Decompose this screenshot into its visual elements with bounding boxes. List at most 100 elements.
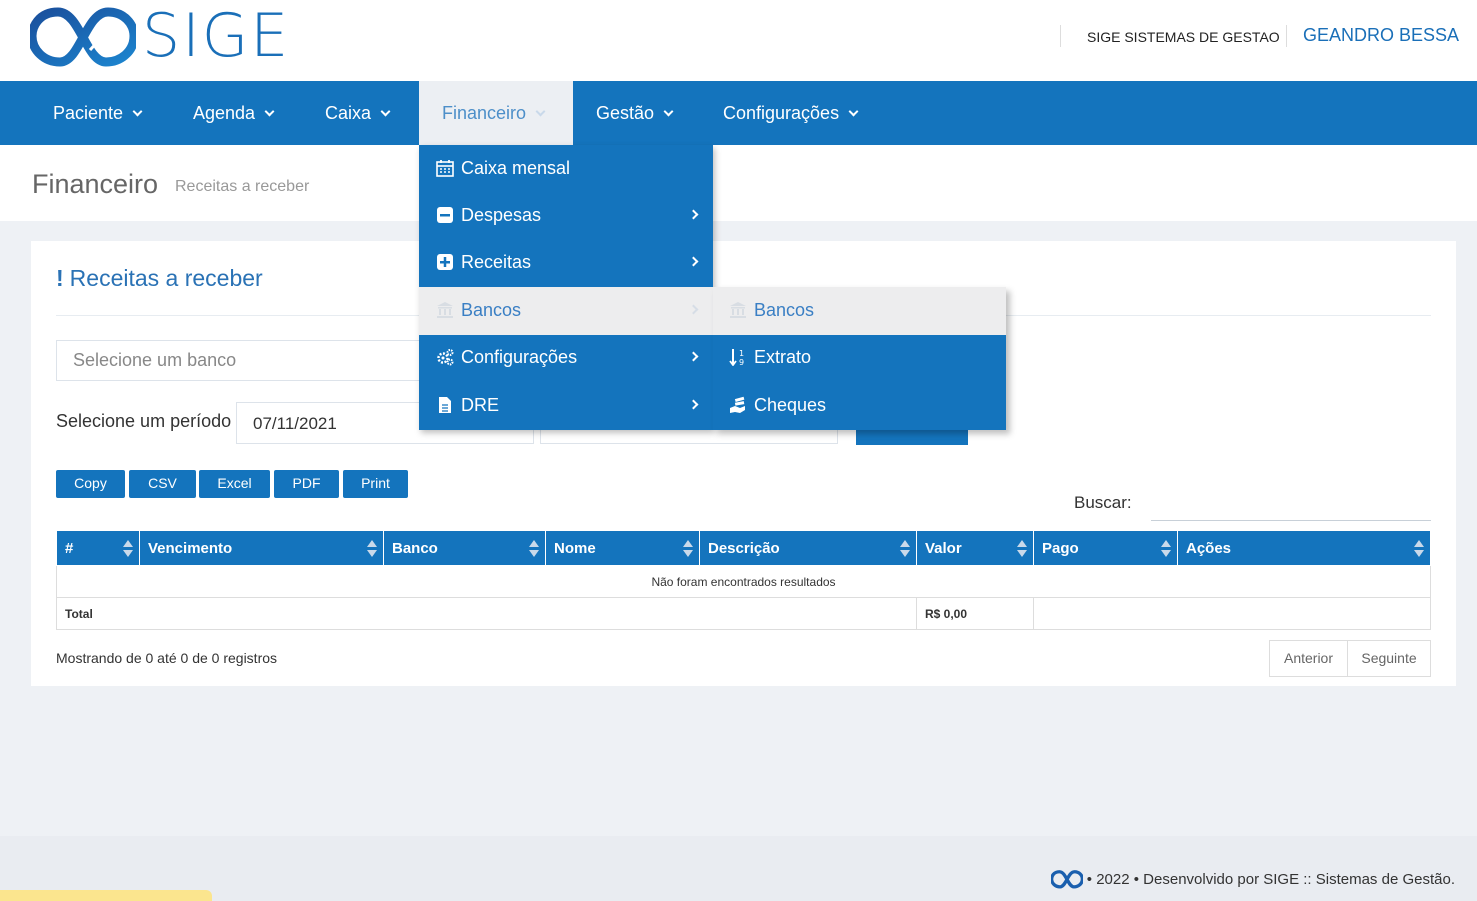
money-hand-icon <box>730 396 745 413</box>
menu-label: Receitas <box>461 252 532 272</box>
period-label: Selecione um período <box>56 411 232 431</box>
menu-label: Caixa mensal <box>461 158 571 178</box>
calendar-icon <box>436 160 454 177</box>
nav-financeiro[interactable]: Financeiro <box>419 81 573 145</box>
cogs-icon <box>437 349 454 366</box>
nav-label: Configurações <box>723 103 840 123</box>
sort-icon <box>683 540 693 558</box>
col-header-pago[interactable]: Pago <box>1033 530 1178 566</box>
table-row-empty: Não foram encontrados resultados <box>56 565 1431 598</box>
prev-page-button[interactable]: Anterior <box>1269 640 1348 677</box>
menu-label: Despesas <box>461 205 542 225</box>
sort-icon <box>900 540 910 558</box>
page-title: Financeiro <box>32 169 159 199</box>
nav-label: Gestão <box>596 103 655 123</box>
nav-caixa[interactable]: Caixa <box>302 81 412 145</box>
minus-square-icon <box>437 207 453 223</box>
table-row-total: Total R$ 0,00 <box>56 597 1431 630</box>
col-label: Nome <box>554 539 596 557</box>
chevron-right-icon <box>688 209 699 220</box>
col-header-vencimento[interactable]: Vencimento <box>139 530 384 566</box>
col-header-nome[interactable]: Nome <box>545 530 700 566</box>
chevron-down-icon <box>848 106 859 117</box>
pdf-button[interactable]: PDF <box>274 470 339 498</box>
notification-toast[interactable] <box>0 890 212 901</box>
nav-paciente[interactable]: Paciente <box>30 81 164 145</box>
empty-message: Não foram encontrados resultados <box>56 565 1431 598</box>
submenu-cheques[interactable]: Cheques <box>713 382 1006 430</box>
chevron-right-icon <box>688 351 699 362</box>
menu-label: Configurações <box>461 347 578 367</box>
top-header: SIGE SIGE SISTEMAS DE GESTAO GEANDRO BES… <box>0 0 1477 81</box>
menu-label: Bancos <box>461 300 522 320</box>
logo[interactable]: SIGE <box>30 4 290 68</box>
total-empty-cell <box>1033 597 1431 630</box>
sort-icon <box>1017 540 1027 558</box>
svg-text:1: 1 <box>739 349 744 358</box>
plus-square-icon <box>437 254 453 270</box>
submenu-extrato[interactable]: 19 Extrato <box>713 334 1006 382</box>
chevron-down-icon <box>535 106 546 117</box>
search-label: Buscar: <box>1074 493 1132 512</box>
user-name[interactable]: GEANDRO BESSA <box>1286 25 1459 47</box>
receitas-table: # Vencimento Banco Nome Descrição Valor … <box>56 530 1431 630</box>
nav-label: Financeiro <box>442 103 527 123</box>
submenu-label: Extrato <box>754 347 812 367</box>
chevron-down-icon <box>264 106 275 117</box>
search-input[interactable] <box>1151 485 1431 521</box>
chevron-down-icon <box>380 106 391 117</box>
bancos-submenu: Bancos 19 Extrato Cheques <box>713 287 1006 430</box>
sort-icon <box>529 540 539 558</box>
nav-label: Caixa <box>325 103 372 123</box>
col-header-banco[interactable]: Banco <box>383 530 546 566</box>
col-header-id[interactable]: # <box>56 530 140 566</box>
table-header-row: # Vencimento Banco Nome Descrição Valor … <box>56 530 1431 566</box>
col-header-valor[interactable]: Valor <box>916 530 1034 566</box>
menu-despesas[interactable]: Despesas <box>419 192 713 240</box>
bank-icon <box>730 302 746 318</box>
chevron-right-icon <box>688 304 699 315</box>
col-label: # <box>65 539 74 557</box>
copy-button[interactable]: Copy <box>56 470 125 498</box>
print-button[interactable]: Print <box>343 470 408 498</box>
total-label: Total <box>56 597 917 630</box>
sort-icon <box>123 540 133 558</box>
submenu-label: Bancos <box>754 300 815 320</box>
total-value: R$ 0,00 <box>916 597 1034 630</box>
footer-text: • 2022 • Desenvolvido por SIGE :: Sistem… <box>1086 870 1455 888</box>
footer: • 2022 • Desenvolvido por SIGE :: Sistem… <box>0 836 1477 901</box>
page-subtitle: Receitas a receber <box>175 178 310 195</box>
nav-configuracoes[interactable]: Configurações <box>700 81 880 145</box>
sort-icon <box>1414 540 1424 558</box>
col-label: Pago <box>1042 539 1079 557</box>
menu-configuracoes[interactable]: Configurações <box>419 334 713 382</box>
sort-numeric-icon: 19 <box>729 349 744 366</box>
svg-text:9: 9 <box>739 358 744 366</box>
col-header-acoes[interactable]: Ações <box>1177 530 1431 566</box>
menu-caixa-mensal[interactable]: Caixa mensal <box>419 145 713 193</box>
col-label: Ações <box>1186 539 1232 557</box>
bank-select[interactable]: Selecione um banco <box>56 340 426 381</box>
menu-receitas[interactable]: Receitas <box>419 239 713 287</box>
infinity-logo-icon <box>1050 870 1083 889</box>
nav-label: Paciente <box>53 103 124 123</box>
menu-label: DRE <box>461 395 500 415</box>
next-page-button[interactable]: Seguinte <box>1347 640 1431 677</box>
col-header-descricao[interactable]: Descrição <box>699 530 917 566</box>
submenu-bancos[interactable]: Bancos <box>713 287 1006 335</box>
col-label: Valor <box>925 539 962 557</box>
panel-title-text: Receitas a receber <box>69 265 263 291</box>
menu-bancos[interactable]: Bancos <box>419 287 713 335</box>
main-navbar: Paciente Agenda Caixa Financeiro Gestão … <box>0 81 1477 145</box>
chevron-right-icon <box>688 399 699 410</box>
page-title-bar: Financeiro Receitas a receber <box>0 145 1477 221</box>
nav-agenda[interactable]: Agenda <box>170 81 296 145</box>
nav-gestao[interactable]: Gestão <box>573 81 695 145</box>
pagination-info: Mostrando de 0 até 0 de 0 registros <box>56 650 278 666</box>
csv-button[interactable]: CSV <box>129 470 196 498</box>
menu-dre[interactable]: DRE <box>419 382 713 430</box>
col-label: Banco <box>392 539 438 557</box>
excel-button[interactable]: Excel <box>199 470 270 498</box>
infinity-logo-icon <box>30 7 136 67</box>
logo-text: SIGE <box>142 1 291 71</box>
